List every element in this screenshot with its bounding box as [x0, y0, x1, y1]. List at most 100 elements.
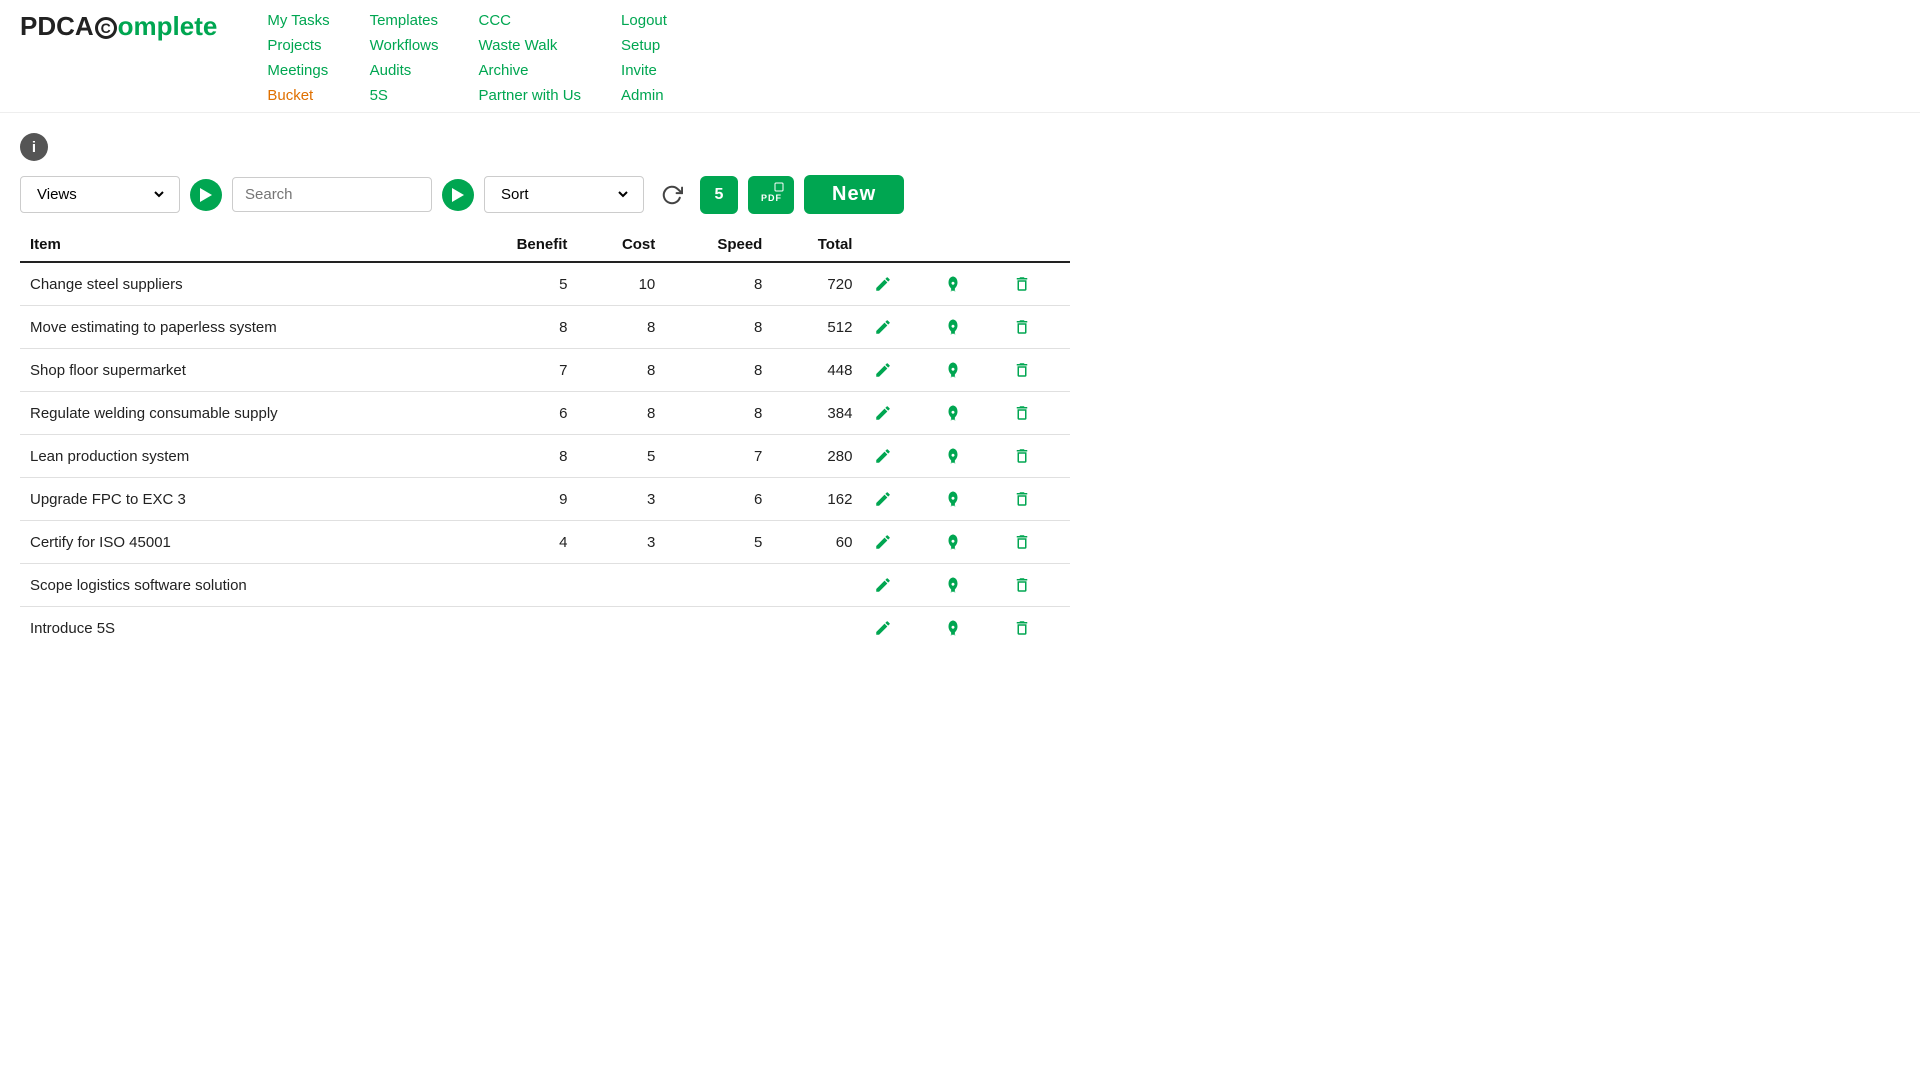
- table-cell-cost: 3: [577, 478, 665, 521]
- table-row: Introduce 5S: [20, 607, 1070, 650]
- nav-projects[interactable]: Projects: [267, 37, 329, 54]
- col-header-delete: [1001, 228, 1070, 262]
- nav-templates[interactable]: Templates: [370, 12, 439, 29]
- table-cell-benefit: 8: [461, 306, 578, 349]
- nav-logout[interactable]: Logout: [621, 12, 667, 29]
- table-cell-total: 448: [772, 349, 862, 392]
- nav-admin[interactable]: Admin: [621, 87, 667, 104]
- table-cell-cost: 10: [577, 262, 665, 306]
- table-cell-edit: [862, 262, 931, 306]
- nav-meetings[interactable]: Meetings: [267, 62, 329, 79]
- table-cell-item: Upgrade FPC to EXC 3: [20, 478, 461, 521]
- table-cell-item: Scope logistics software solution: [20, 564, 461, 607]
- edit-button[interactable]: [872, 273, 894, 295]
- table-cell-total: [772, 607, 862, 650]
- table-cell-total: [772, 564, 862, 607]
- launch-button[interactable]: [942, 617, 964, 639]
- main-table: Item Benefit Cost Speed Total Change ste…: [20, 228, 1070, 649]
- search-play-button[interactable]: [442, 179, 474, 211]
- table-cell-cost: 8: [577, 306, 665, 349]
- nav-audits[interactable]: Audits: [370, 62, 439, 79]
- edit-button[interactable]: [872, 402, 894, 424]
- table-cell-launch: [932, 435, 1001, 478]
- table-cell-benefit: 8: [461, 435, 578, 478]
- table-cell-delete: [1001, 478, 1070, 521]
- launch-button[interactable]: [942, 402, 964, 424]
- table-cell-item: Lean production system: [20, 435, 461, 478]
- logo: PDCAComplete: [20, 12, 237, 41]
- sort-select[interactable]: Sort: [497, 185, 631, 204]
- edit-button[interactable]: [872, 531, 894, 553]
- nav-5s[interactable]: 5S: [370, 87, 439, 104]
- table-cell-launch: [932, 607, 1001, 650]
- launch-button[interactable]: [942, 316, 964, 338]
- table-cell-delete: [1001, 435, 1070, 478]
- table-cell-launch: [932, 521, 1001, 564]
- logo-pdca: PDCA: [20, 11, 94, 41]
- launch-button[interactable]: [942, 574, 964, 596]
- nav-workflows[interactable]: Workflows: [370, 37, 439, 54]
- refresh-button[interactable]: [654, 177, 690, 213]
- delete-button[interactable]: [1011, 617, 1033, 639]
- nav-col-3: CCC Waste Walk Archive Partner with Us: [479, 12, 582, 104]
- edit-button[interactable]: [872, 617, 894, 639]
- delete-button[interactable]: [1011, 273, 1033, 295]
- launch-button[interactable]: [942, 445, 964, 467]
- edit-button[interactable]: [872, 316, 894, 338]
- edit-button[interactable]: [872, 445, 894, 467]
- nav-waste-walk[interactable]: Waste Walk: [479, 37, 582, 54]
- table-cell-speed: 8: [665, 349, 772, 392]
- table-cell-item: Shop floor supermarket: [20, 349, 461, 392]
- badge-5[interactable]: 5: [700, 176, 738, 214]
- table-cell-speed: [665, 607, 772, 650]
- sort-select-wrapper[interactable]: Sort: [484, 176, 644, 213]
- delete-button[interactable]: [1011, 359, 1033, 381]
- nav-invite[interactable]: Invite: [621, 62, 667, 79]
- table-cell-speed: 5: [665, 521, 772, 564]
- table-cell-edit: [862, 607, 931, 650]
- table-row: Shop floor supermarket788448: [20, 349, 1070, 392]
- table-cell-total: 60: [772, 521, 862, 564]
- nav-archive[interactable]: Archive: [479, 62, 582, 79]
- table-cell-edit: [862, 392, 931, 435]
- col-header-item: Item: [20, 228, 461, 262]
- nav-setup[interactable]: Setup: [621, 37, 667, 54]
- table-cell-benefit: [461, 607, 578, 650]
- table-cell-edit: [862, 349, 931, 392]
- table-cell-speed: 7: [665, 435, 772, 478]
- edit-button[interactable]: [872, 574, 894, 596]
- launch-button[interactable]: [942, 359, 964, 381]
- nav-bucket[interactable]: Bucket: [267, 87, 329, 104]
- delete-button[interactable]: [1011, 316, 1033, 338]
- delete-button[interactable]: [1011, 445, 1033, 467]
- nav-my-tasks[interactable]: My Tasks: [267, 12, 329, 29]
- table-cell-launch: [932, 306, 1001, 349]
- table-row: Upgrade FPC to EXC 3936162: [20, 478, 1070, 521]
- pdf-button[interactable]: PDF PDF: [748, 176, 794, 214]
- table-cell-cost: [577, 607, 665, 650]
- table-cell-delete: [1001, 392, 1070, 435]
- info-icon[interactable]: i: [20, 133, 48, 161]
- views-select-wrapper[interactable]: Views: [20, 176, 180, 213]
- table-cell-launch: [932, 349, 1001, 392]
- delete-button[interactable]: [1011, 402, 1033, 424]
- launch-button[interactable]: [942, 488, 964, 510]
- nav-partner-with-us[interactable]: Partner with Us: [479, 87, 582, 104]
- delete-button[interactable]: [1011, 574, 1033, 596]
- launch-button[interactable]: [942, 531, 964, 553]
- views-select[interactable]: Views: [33, 185, 167, 204]
- table-cell-delete: [1001, 607, 1070, 650]
- delete-button[interactable]: [1011, 531, 1033, 553]
- search-input[interactable]: [232, 177, 432, 212]
- table-cell-delete: [1001, 262, 1070, 306]
- delete-button[interactable]: [1011, 488, 1033, 510]
- edit-button[interactable]: [872, 488, 894, 510]
- table-cell-cost: 8: [577, 349, 665, 392]
- table-cell-edit: [862, 435, 931, 478]
- launch-button[interactable]: [942, 273, 964, 295]
- nav-ccc[interactable]: CCC: [479, 12, 582, 29]
- table-cell-edit: [862, 521, 931, 564]
- views-play-button[interactable]: [190, 179, 222, 211]
- new-button[interactable]: New: [804, 175, 904, 214]
- edit-button[interactable]: [872, 359, 894, 381]
